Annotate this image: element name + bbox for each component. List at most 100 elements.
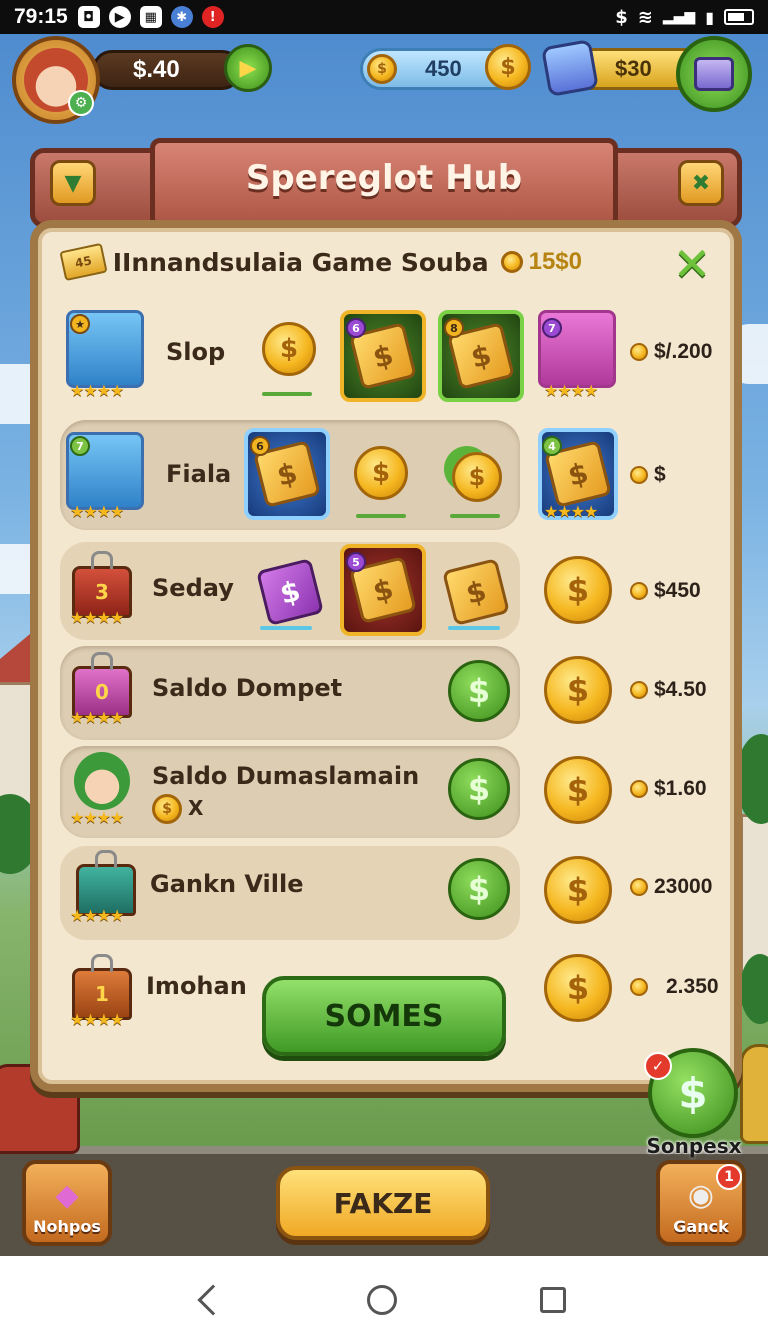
somes-button[interactable]: SOMES: [262, 976, 506, 1056]
panel-subheader: 45 IInnandsulaia Game Souba 15$0: [59, 240, 582, 284]
level-badge: 6: [346, 318, 366, 338]
big-coin-icon: $: [544, 556, 612, 624]
row-name: Fiala: [166, 460, 232, 488]
alert-icon: !: [201, 6, 224, 28]
fakze-button[interactable]: FAKZE: [276, 1166, 490, 1240]
star-rating: ★★★★: [70, 502, 124, 521]
big-coin-icon: $: [544, 756, 612, 824]
add-cash-button[interactable]: ▶: [224, 44, 272, 92]
signal-icon: ▂▄▆: [662, 9, 696, 25]
filter-button[interactable]: ▼: [50, 160, 96, 206]
car: [740, 1044, 768, 1144]
buy-button[interactable]: $: [448, 858, 510, 920]
tools-button[interactable]: ✖: [678, 160, 724, 206]
star-rating: ★★★★: [70, 808, 124, 827]
row-name: Saldo Dumaslamain: [152, 762, 420, 790]
player-avatar[interactable]: ⚙: [12, 36, 100, 124]
level-badge: 5: [346, 552, 366, 572]
close-icon[interactable]: ✕: [670, 241, 714, 288]
shop-button[interactable]: [676, 36, 752, 112]
coin-icon: [630, 878, 648, 896]
ticket-icon: 45: [59, 242, 108, 282]
check-badge-icon: ✓: [644, 1052, 672, 1080]
chest-handle: [91, 551, 113, 569]
row-price: $1.60: [630, 777, 707, 801]
coin-icon: $: [152, 794, 182, 824]
coin-icon: [630, 681, 648, 699]
character-portrait: [74, 752, 130, 810]
row-name: Slop: [166, 338, 226, 366]
dollar-icon: $: [615, 6, 628, 28]
progress-bar: [356, 514, 406, 518]
row-name: Saldo Dompet: [152, 674, 343, 702]
price-value: 2.350: [666, 975, 719, 998]
status-right: $ ≋ ▂▄▆ ▮: [615, 7, 754, 28]
price-value: 23000: [654, 875, 713, 898]
price-value: $4.50: [654, 678, 707, 701]
coin-icon: [630, 780, 648, 798]
star-rating: ★★★★: [70, 381, 124, 400]
coin-icon: $: [367, 54, 397, 84]
star-rating: ★★★★: [70, 608, 124, 627]
gem-count: $30: [615, 56, 652, 81]
system-nav-bar: [0, 1256, 768, 1344]
multiplier-label: X: [188, 796, 204, 820]
level-badge: 6: [250, 436, 270, 456]
star-rating: ★★★★: [70, 708, 124, 727]
row-price: $/.200: [630, 340, 712, 364]
coin-icon: [500, 251, 523, 273]
money-pile-icon: $: [452, 452, 502, 502]
level-badge: 4: [542, 436, 562, 456]
panel-subtitle: IInnandsulaia Game Souba: [112, 247, 489, 277]
level-badge: 7: [542, 318, 562, 338]
sim-icon: ▮: [705, 7, 714, 27]
big-coin-icon: $: [544, 856, 612, 924]
big-coin-icon: $: [544, 656, 612, 724]
status-time: 79:15: [14, 5, 68, 28]
status-bar: 79:15 ◘ ▶ ▦ ✱ ! $ ≋ ▂▄▆ ▮: [0, 0, 768, 34]
house: [740, 814, 768, 974]
star-rating: ★★★★: [70, 1010, 124, 1029]
buy-button[interactable]: $: [448, 758, 510, 820]
nohpos-label: Nohpos: [33, 1217, 101, 1236]
star-rating: ★★★★: [544, 381, 598, 400]
recent-apps-icon[interactable]: [540, 1287, 567, 1313]
row-price: 2.350: [630, 975, 719, 999]
cash-display: $.40: [92, 50, 242, 90]
camera-icon: ◉: [687, 1178, 715, 1213]
subtitle-amount: 15$0: [500, 248, 582, 276]
coin-icon: $: [354, 446, 408, 500]
price-value: $450: [654, 579, 701, 602]
coin-icon: [630, 466, 648, 484]
back-icon[interactable]: [197, 1284, 229, 1316]
coin-icon: $: [485, 44, 531, 90]
price-value: $: [654, 463, 666, 486]
gallery-icon: ▦: [139, 6, 162, 28]
app-icon: ✱: [170, 6, 193, 28]
notification-icon: ◘: [77, 6, 100, 28]
row-name: Seday: [152, 574, 234, 602]
row-name: Imohan: [146, 972, 247, 1000]
progress-bar: [448, 626, 500, 630]
star-rating: ★★★★: [70, 906, 124, 925]
play-icon: ▶: [108, 6, 131, 28]
coin-counter: $ 450 $: [360, 44, 531, 90]
big-coin-icon: $: [544, 954, 612, 1022]
row-price: $450: [630, 579, 701, 603]
chest-handle: [91, 954, 113, 972]
home-icon[interactable]: [366, 1285, 397, 1315]
row-price: $: [630, 463, 666, 487]
star-rating: ★★★★: [544, 502, 598, 521]
price-value: $1.60: [654, 777, 707, 800]
chest-handle: [95, 850, 117, 868]
tree: [740, 954, 768, 1024]
progress-bar: [262, 392, 312, 396]
buy-button[interactable]: $: [448, 660, 510, 722]
progress-bar: [450, 514, 500, 518]
price-value: $/.200: [654, 340, 713, 363]
settings-badge-icon: ⚙: [68, 90, 94, 116]
ticket-icon: ◆: [55, 1178, 79, 1213]
panel-title: Spereglot Hub: [245, 158, 523, 198]
row-name: Gankn Ville: [150, 870, 304, 898]
nohpos-button[interactable]: ◆ Nohpos: [22, 1160, 112, 1246]
